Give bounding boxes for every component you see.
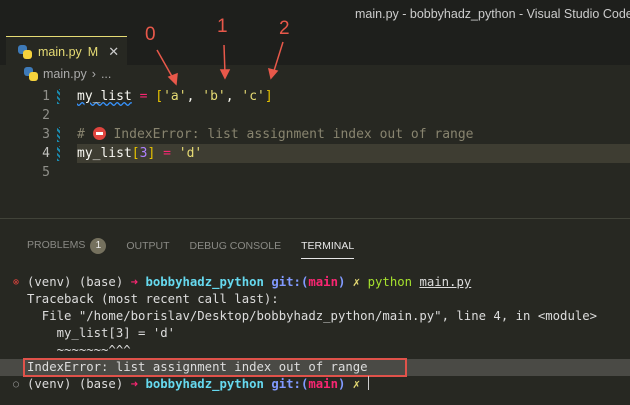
circle-icon: ○	[13, 379, 20, 390]
prompt-dir: bobbyhadz_python	[145, 275, 264, 289]
prompt-branch: main	[308, 275, 338, 289]
no-entry-icon	[92, 127, 106, 140]
code-line: 3 # IndexError: list assignment index out…	[0, 125, 630, 144]
variable: my_list	[77, 146, 132, 161]
prompt-dirty: ✗	[345, 275, 368, 289]
prompt-arrow: ➜	[130, 377, 146, 391]
prompt-branch: main	[308, 377, 338, 391]
prompt-arrow: ➜	[130, 275, 146, 289]
prompt-env: (venv) (base)	[27, 377, 131, 391]
tab-label: PROBLEMS	[27, 239, 86, 251]
terminal-line: ○ (venv) (base) ➜ bobbyhadz_python git:(m…	[0, 376, 630, 393]
tab-output[interactable]: OUTPUT	[126, 240, 169, 252]
code-line: 2	[0, 106, 630, 125]
annotation-index-1: 1	[217, 16, 228, 37]
terminal-line: Traceback (most recent call last):	[27, 292, 279, 306]
annotation-index-2: 2	[279, 18, 290, 39]
prompt-dirty: ✗	[345, 377, 368, 391]
arrow-2	[272, 41, 284, 75]
line-number: 3	[42, 127, 50, 142]
command-arg: main.py	[419, 275, 472, 289]
annotation-arrows	[156, 41, 284, 86]
annotation-index-0: 0	[145, 24, 156, 45]
command: python	[367, 275, 413, 289]
code-editor[interactable]: 1 my_list = ['a', 'b', 'c'] 2 3 # IndexErr…	[0, 87, 630, 182]
panel-tabs: PROBLEMS 1 OUTPUT DEBUG CONSOLE TERMINAL	[27, 233, 355, 259]
line-number: 2	[42, 108, 50, 123]
error-circle-icon: ⊗	[13, 277, 20, 288]
arrowhead	[167, 72, 178, 86]
terminal-line: File "/home/borislav/Desktop/bobbyhadz_p…	[27, 309, 598, 323]
terminal-line: ~~~~~~~^^^	[27, 343, 131, 357]
prompt-env: (venv) (base)	[27, 275, 131, 289]
problems-count-badge: 1	[90, 238, 107, 254]
tab-terminal[interactable]: TERMINAL	[301, 240, 355, 259]
highlight-box	[23, 358, 407, 377]
prompt-git: git:(	[263, 377, 309, 391]
tab-problems[interactable]: PROBLEMS 1	[27, 238, 107, 254]
arrowhead	[219, 69, 231, 80]
terminal-line: my_list[3] = 'd'	[27, 326, 176, 340]
string: 'd'	[178, 146, 203, 161]
bracket: [	[131, 146, 140, 161]
terminal[interactable]: ⊗ (venv) (base) ➜ bobbyhadz_python git:(m…	[0, 274, 630, 393]
prompt-git: git:(	[263, 275, 309, 289]
terminal-line: ⊗ (venv) (base) ➜ bobbyhadz_python git:(m…	[0, 274, 630, 291]
code-line: 5	[0, 163, 630, 182]
comment-text: IndexError: list assignment index out of…	[105, 127, 474, 142]
gutter-change	[57, 127, 60, 142]
terminal-cursor	[367, 376, 369, 390]
terminal-error-line: IndexError: list assignment index out of…	[0, 358, 630, 377]
prompt-dir: bobbyhadz_python	[145, 377, 264, 391]
bottom-panel: PROBLEMS 1 OUTPUT DEBUG CONSOLE TERMINAL …	[0, 218, 630, 405]
operator: =	[155, 146, 179, 161]
arrowhead	[268, 67, 279, 80]
line-number: 5	[42, 165, 50, 180]
gutter-change	[57, 146, 60, 161]
line-number: 4	[42, 146, 50, 161]
comment-hash: #	[77, 127, 93, 142]
tab-debug-console[interactable]: DEBUG CONSOLE	[190, 240, 282, 252]
code-line: 4 my_list[3] = 'd'	[0, 144, 630, 163]
